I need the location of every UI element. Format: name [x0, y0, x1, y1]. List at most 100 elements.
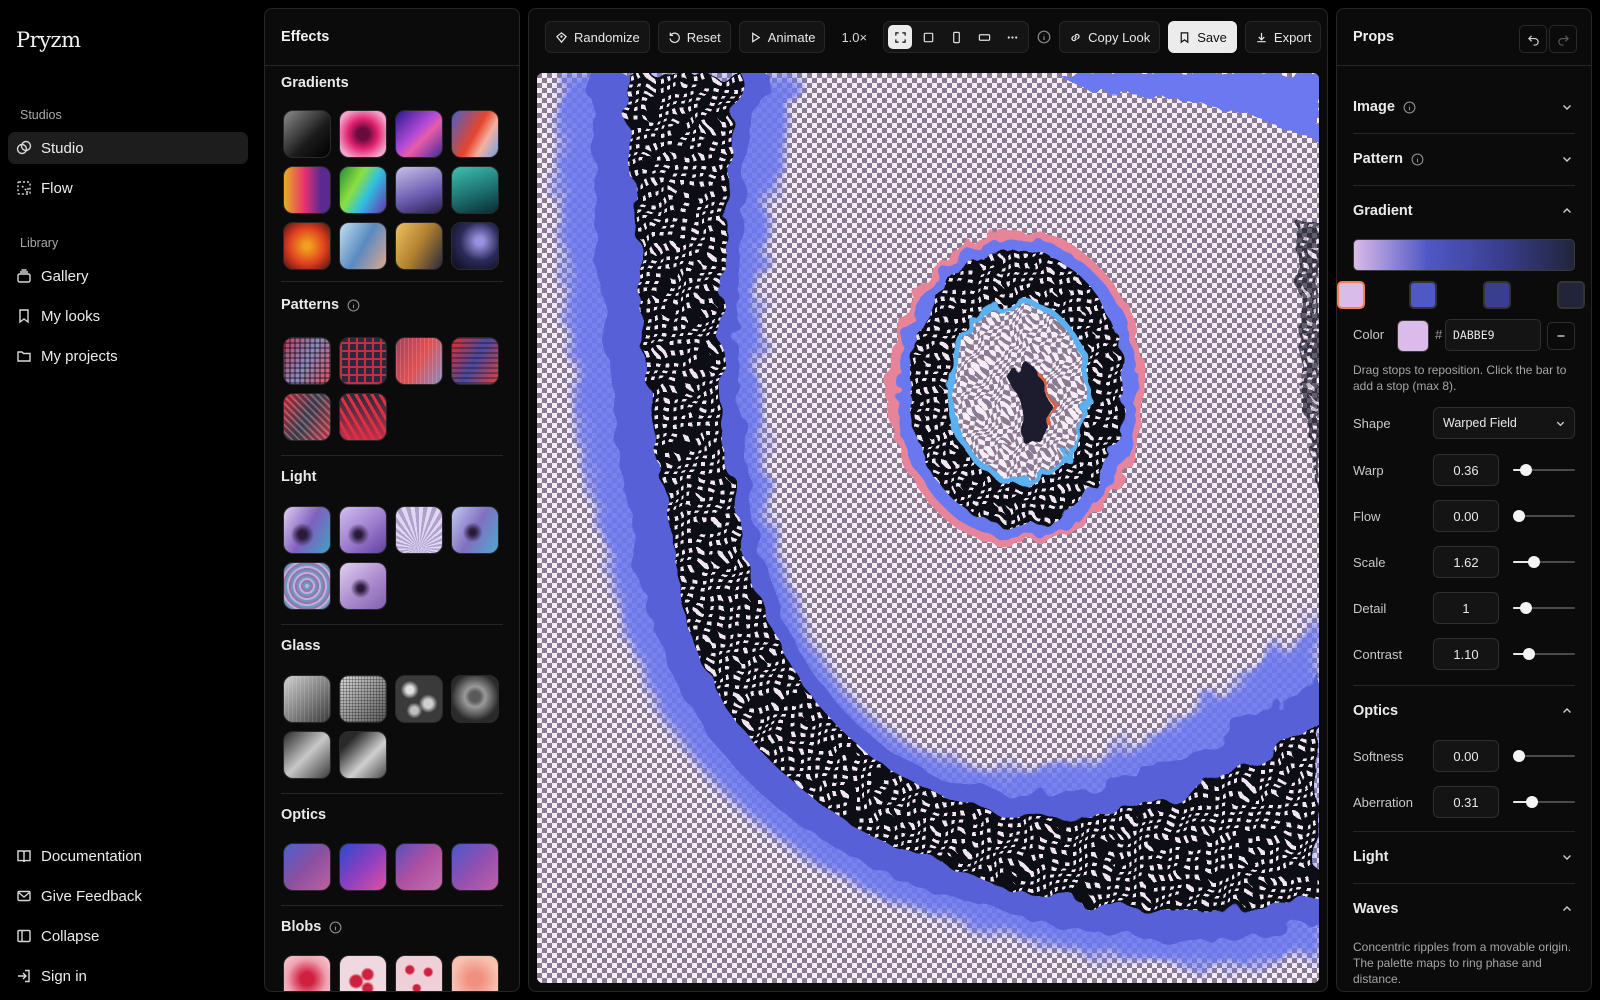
color-swatch[interactable]: [1397, 320, 1429, 352]
landscape-aspect-button[interactable]: [972, 25, 996, 49]
accordion-pattern[interactable]: Pattern: [1353, 147, 1575, 171]
accordion-waves[interactable]: Waves: [1353, 897, 1575, 921]
effect-thumb[interactable]: [339, 393, 387, 441]
info-icon[interactable]: [329, 921, 342, 934]
copy-look-button[interactable]: Copy Look: [1059, 21, 1161, 53]
export-button[interactable]: Export: [1244, 21, 1322, 53]
info-icon[interactable]: [1403, 101, 1416, 114]
scale-input[interactable]: [1433, 546, 1499, 578]
aberration-slider[interactable]: [1513, 796, 1575, 808]
effect-thumb[interactable]: [451, 166, 499, 214]
effect-thumb[interactable]: [339, 843, 387, 891]
gradient-bar[interactable]: [1353, 239, 1575, 271]
shape-select[interactable]: Warped Field: [1433, 407, 1575, 439]
effect-thumb[interactable]: [339, 731, 387, 779]
softness-slider[interactable]: [1513, 750, 1575, 762]
slider-knob[interactable]: [1513, 750, 1525, 762]
info-icon[interactable]: [1411, 153, 1424, 166]
effect-thumb[interactable]: [339, 562, 387, 610]
slider-knob[interactable]: [1513, 510, 1525, 522]
effect-thumb[interactable]: [339, 675, 387, 723]
softness-input[interactable]: [1433, 740, 1499, 772]
sidebar-item-my-projects[interactable]: My projects: [8, 340, 248, 372]
sidebar-item-studio[interactable]: Studio: [8, 132, 248, 164]
sidebar-item-sign-in[interactable]: Sign in: [8, 960, 248, 992]
zoom-level[interactable]: 1.0×: [833, 30, 875, 45]
accordion-light[interactable]: Light: [1353, 845, 1575, 869]
effect-thumb[interactable]: [283, 337, 331, 385]
animate-button[interactable]: Animate: [738, 21, 826, 53]
sidebar-item-gallery[interactable]: Gallery: [8, 260, 248, 292]
effect-thumb[interactable]: [395, 110, 443, 158]
slider-knob[interactable]: [1527, 556, 1540, 568]
square-aspect-button[interactable]: [916, 25, 940, 49]
fit-button[interactable]: [888, 25, 913, 49]
effect-thumb[interactable]: [395, 222, 443, 270]
save-button[interactable]: Save: [1168, 21, 1237, 53]
effect-thumb[interactable]: [451, 955, 499, 991]
undo-button[interactable]: [1519, 25, 1547, 53]
effect-thumb[interactable]: [283, 110, 331, 158]
warp-slider[interactable]: [1513, 464, 1575, 476]
info-icon[interactable]: [347, 299, 360, 312]
flow-input[interactable]: [1433, 500, 1499, 532]
effect-thumb[interactable]: [283, 562, 331, 610]
effect-thumb[interactable]: [283, 843, 331, 891]
effect-thumb[interactable]: [451, 675, 499, 723]
effect-thumb[interactable]: [339, 222, 387, 270]
generated-artwork-canvas[interactable]: [537, 73, 1319, 983]
effect-thumb[interactable]: [395, 166, 443, 214]
effect-thumb[interactable]: [283, 393, 331, 441]
gradient-stop[interactable]: [1557, 281, 1585, 309]
effect-thumb[interactable]: [339, 506, 387, 554]
effect-thumb[interactable]: [339, 110, 387, 158]
effect-thumb[interactable]: [283, 675, 331, 723]
effect-thumb[interactable]: [451, 506, 499, 554]
remove-stop-button[interactable]: [1547, 322, 1575, 350]
reset-button[interactable]: Reset: [657, 21, 731, 53]
info-icon[interactable]: [1037, 30, 1051, 44]
sidebar-item-collapse[interactable]: Collapse: [8, 920, 248, 952]
effect-thumb[interactable]: [339, 955, 387, 991]
effect-thumb[interactable]: [283, 506, 331, 554]
detail-slider[interactable]: [1513, 602, 1575, 614]
slider-knob[interactable]: [1520, 602, 1532, 614]
sidebar-item-my-looks[interactable]: My looks: [8, 300, 248, 332]
detail-input[interactable]: [1433, 592, 1499, 624]
contrast-input[interactable]: [1433, 638, 1499, 670]
flow-slider[interactable]: [1513, 510, 1575, 522]
aberration-input[interactable]: [1433, 786, 1499, 818]
effect-thumb[interactable]: [395, 675, 443, 723]
effect-thumb[interactable]: [339, 337, 387, 385]
effect-thumb[interactable]: [395, 337, 443, 385]
sidebar-item-flow[interactable]: Flow: [8, 172, 248, 204]
slider-knob[interactable]: [1522, 648, 1535, 660]
effect-thumb[interactable]: [339, 166, 387, 214]
gradient-stop[interactable]: [1483, 281, 1511, 309]
contrast-slider[interactable]: [1513, 648, 1575, 660]
sidebar-item-give-feedback[interactable]: Give Feedback: [8, 880, 248, 912]
effect-thumb[interactable]: [451, 222, 499, 270]
effect-thumb[interactable]: [283, 222, 331, 270]
effect-thumb[interactable]: [283, 731, 331, 779]
slider-knob[interactable]: [1525, 796, 1538, 808]
accordion-image[interactable]: Image: [1353, 95, 1575, 119]
gradient-stop[interactable]: [1409, 281, 1437, 309]
randomize-button[interactable]: Randomize: [545, 21, 650, 53]
gradient-stop[interactable]: [1337, 281, 1365, 309]
accordion-optics[interactable]: Optics: [1353, 699, 1575, 723]
effect-thumb[interactable]: [395, 506, 443, 554]
sidebar-item-documentation[interactable]: Documentation: [8, 840, 248, 872]
redo-button[interactable]: [1549, 25, 1577, 53]
effect-thumb[interactable]: [451, 337, 499, 385]
slider-knob[interactable]: [1520, 464, 1532, 476]
effect-thumb[interactable]: [451, 110, 499, 158]
effect-thumb[interactable]: [283, 955, 331, 991]
effect-thumb[interactable]: [283, 166, 331, 214]
effect-thumb[interactable]: [395, 955, 443, 991]
portrait-aspect-button[interactable]: [944, 25, 968, 49]
warp-input[interactable]: [1433, 454, 1499, 486]
accordion-gradient[interactable]: Gradient: [1353, 199, 1575, 223]
hex-color-input[interactable]: [1445, 319, 1541, 351]
more-options-button[interactable]: [1000, 25, 1024, 49]
